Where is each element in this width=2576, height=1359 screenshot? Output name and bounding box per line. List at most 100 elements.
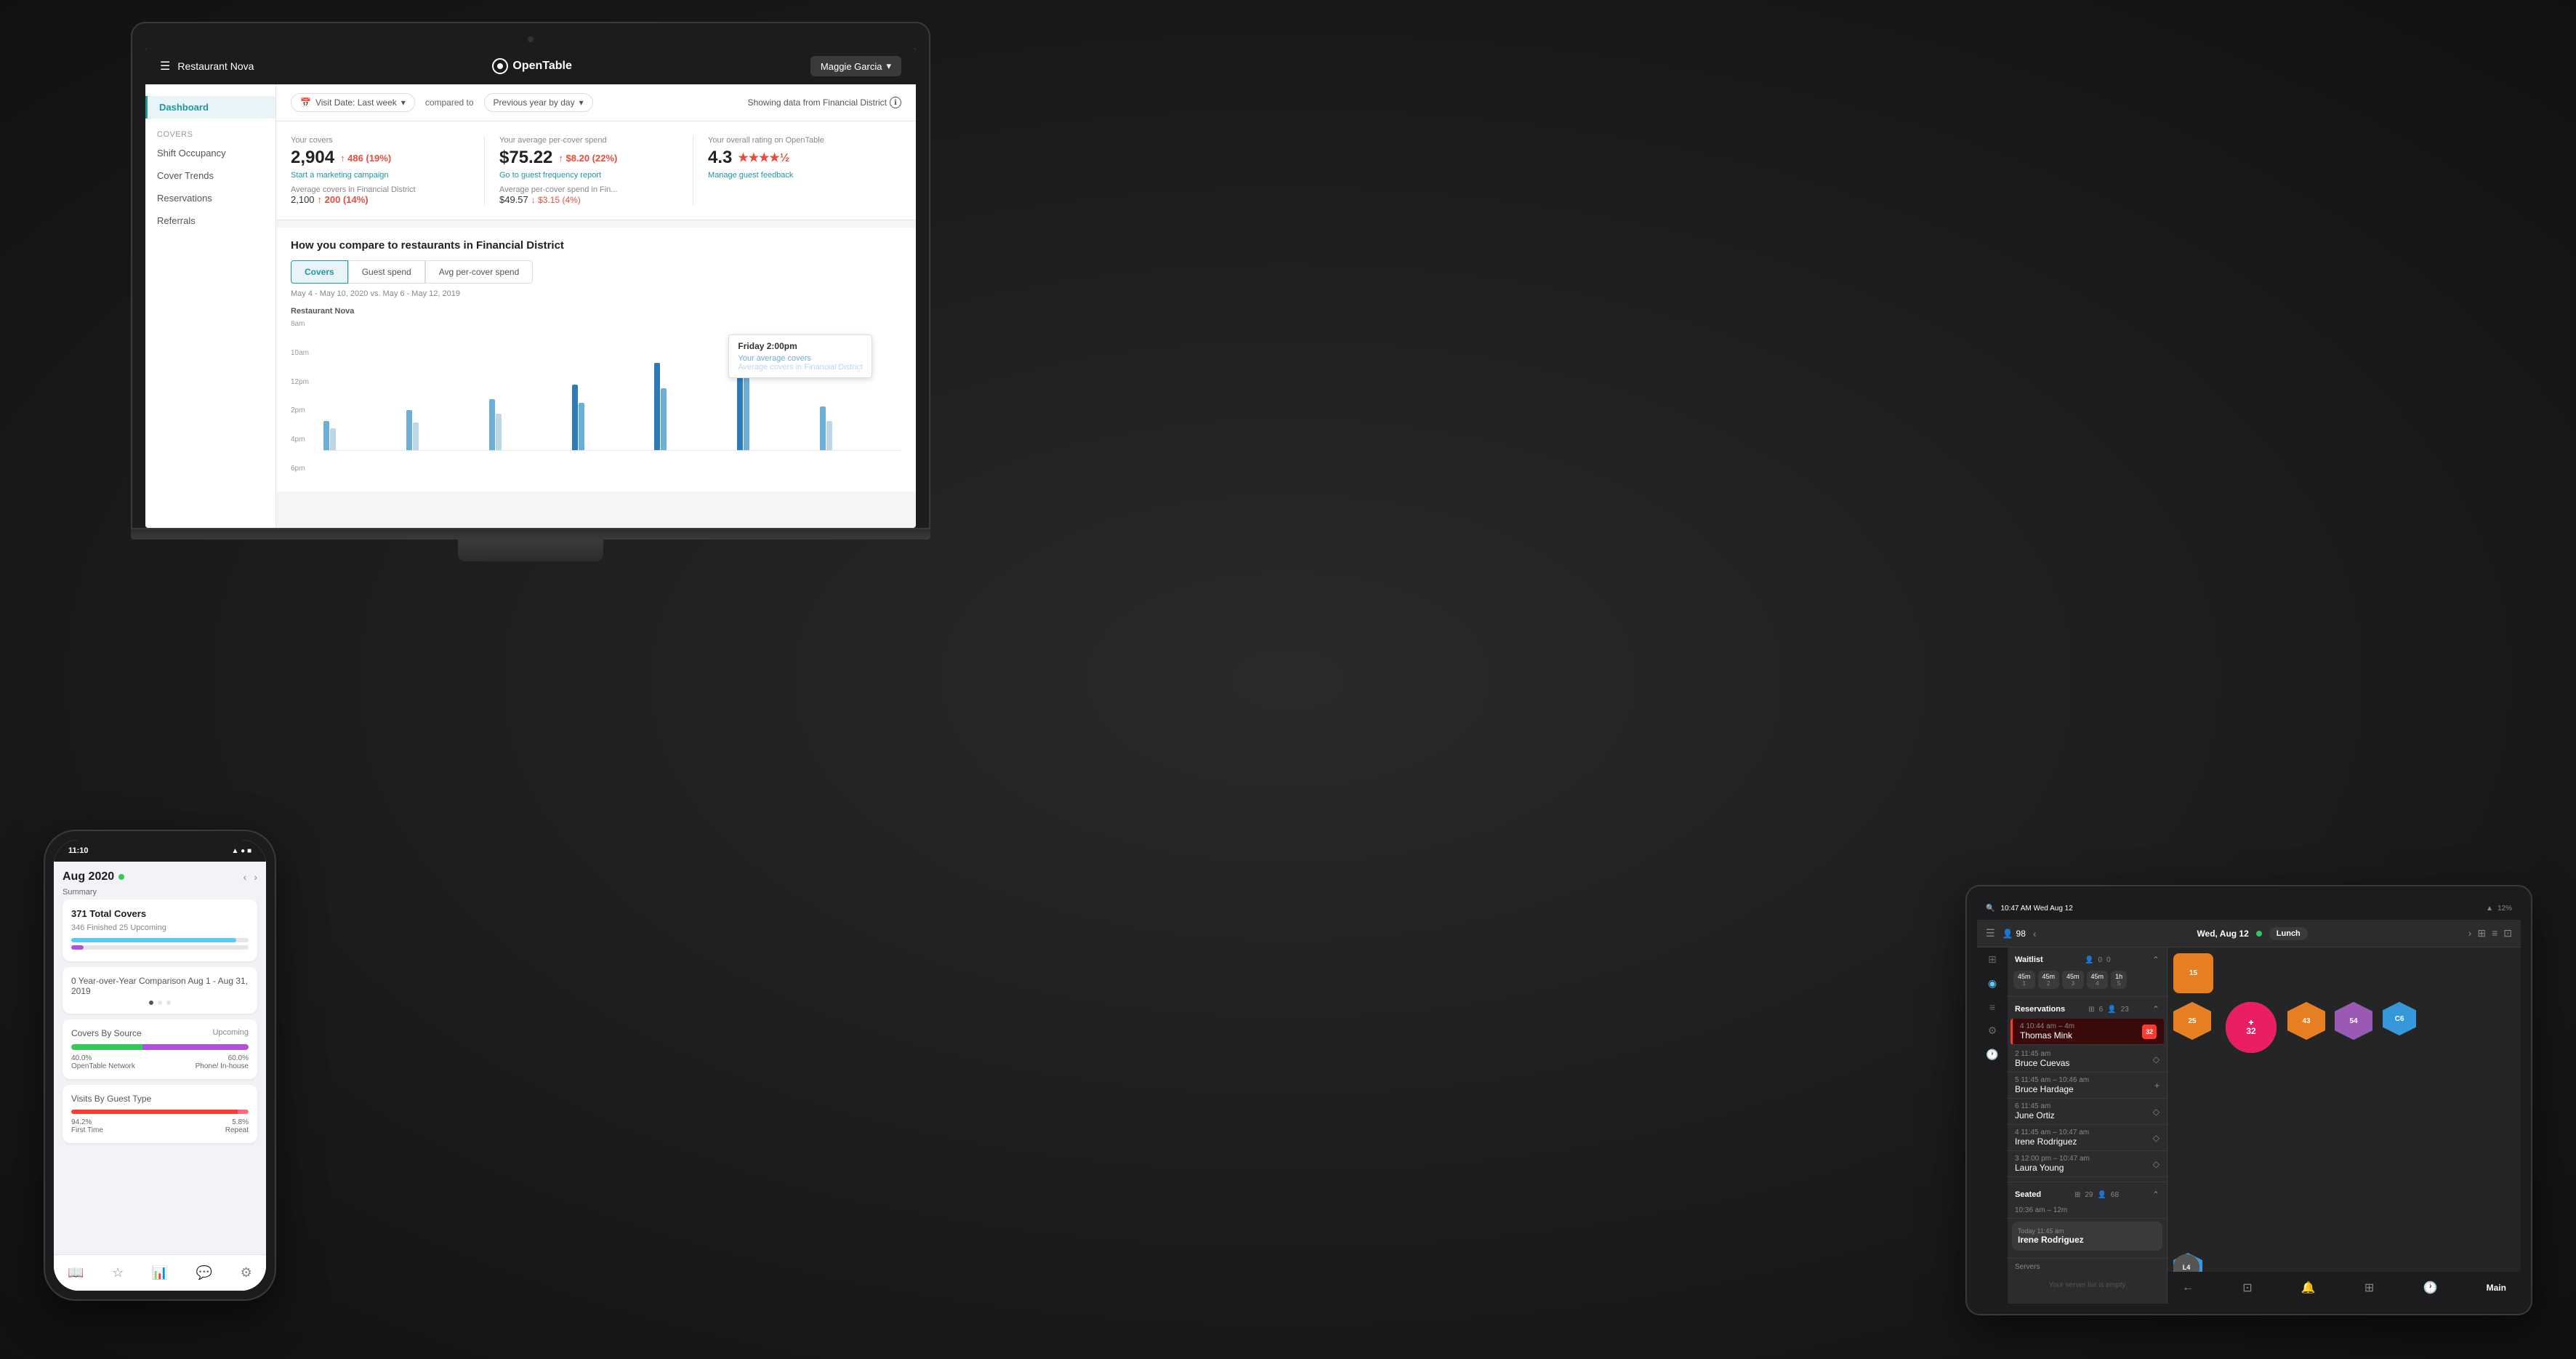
laptop-screen: ☰ Restaurant Nova OpenTable Maggie Garci… [145,48,916,528]
info-icon[interactable]: ℹ [890,97,901,108]
tab-covers[interactable]: Covers [291,260,348,284]
sidebar-item-cover-trends[interactable]: Cover Trends [145,164,275,187]
res-item-irene[interactable]: 4 11:45 am – 10:47 am Irene Rodriguez ◇ [2008,1125,2167,1151]
tab-avg-spend[interactable]: Avg per-cover spend [425,260,534,284]
summary-label: Summary [63,888,257,897]
app-body: Dashboard Covers Shift Occupancy Cover T… [145,84,916,528]
spend-link[interactable]: Go to guest frequency report [499,171,678,180]
table-54[interactable]: 54 [2335,1002,2372,1040]
wait-time-2: 45m 2 [2038,971,2060,989]
bell-icon[interactable]: 🔔 [2301,1280,2316,1295]
tablet: 🔍 10:47 AM Wed Aug 12 ▲ 12% ☰ 👤 98 [1965,885,2532,1315]
phone-tab-book[interactable]: 📖 [68,1265,84,1280]
laptop-base [131,529,930,540]
bar-thu-2 [579,403,584,450]
table-c6[interactable]: C6 [2383,1002,2416,1035]
menu-icon[interactable]: ☰ [1986,927,1995,939]
sidebar-clock-icon[interactable]: 🕐 [1986,1049,1998,1061]
tablet-header: ☰ 👤 98 ‹ Wed, Aug 12 Lunch › [1977,920,2521,947]
res-item-laura[interactable]: 3 12:00 pm – 10:47 am Laura Young ◇ [2008,1151,2167,1177]
servers-section: Servers Your server list is empty [2008,1259,2167,1301]
chart-bar-thu [572,385,653,450]
table-25[interactable]: 25 [2173,1002,2211,1040]
phone-nav-next[interactable]: › [254,871,257,883]
res-item-june[interactable]: 6 11:45 am June Ortiz ◇ [2008,1099,2167,1125]
expand-icon[interactable]: ⊡ [2503,927,2512,939]
date-filter-chevron: ▾ [401,97,406,108]
res-bruce-h-time: 5 11:45 am – 10:46 am [2015,1076,2089,1084]
phone-notch-bar: 11:10 ▲ ● ■ [54,840,266,862]
table-32[interactable]: ✚ 32 [2226,1002,2277,1053]
res-item-bruce-c[interactable]: 2 11:45 am Bruce Cuevas ◇ [2008,1046,2167,1073]
sidebar-list-icon[interactable]: ≡ [1989,1001,1995,1013]
meal-button[interactable]: Lunch [2269,927,2308,940]
sidebar-home-icon[interactable]: ⊞ [1988,953,1997,966]
guest-red-bar [71,1110,238,1114]
restaurant-label: Restaurant Nova [291,307,901,316]
user-menu[interactable]: Maggie Garcia ▾ [810,56,901,76]
status-green-dot [2256,931,2262,937]
res-thomas-left: 4 10:44 am – 4m Thomas Mink [2020,1022,2074,1041]
sidebar-item-shift-occupancy[interactable]: Shift Occupancy [145,142,275,164]
today-highlight[interactable]: Today 11:45 am Irene Rodriguez [2012,1222,2162,1251]
chart-bar-fri [654,363,736,450]
covers-sub: 346 Finished 25 Upcoming [71,923,249,932]
seated-item[interactable]: 10:36 am – 12m [2008,1203,2167,1219]
tablet-wifi-icon: ▲ [2486,905,2493,913]
phone-nav-prev[interactable]: ‹ [243,871,247,883]
res-thomas-badge: 32 [2142,1025,2157,1039]
date-filter-label: Visit Date: Last week [315,97,397,108]
res-bruce-h-name: Bruce Hardage [2015,1084,2089,1094]
grid-icon[interactable]: ⊞ [2477,927,2486,939]
tablet-status-bar: 🔍 10:47 AM Wed Aug 12 ▲ 12% [1977,897,2521,920]
nav-prev-icon[interactable]: ‹ [2033,928,2037,939]
seated-expand-icon[interactable]: ⌃ [2152,1190,2160,1200]
bar-thu-1 [572,385,578,450]
source-title: Covers By Source Upcoming [71,1028,249,1038]
sidebar-item-dashboard[interactable]: Dashboard [145,96,275,119]
list-icon[interactable]: ≡ [2492,927,2497,939]
date-filter-pill[interactable]: 📅 Visit Date: Last week ▾ [291,93,415,112]
guest-labels: 94.2% First Time 5.8% Repeat [71,1118,249,1134]
res-item-thomas[interactable]: 4 10:44 am – 4m Thomas Mink 32 [2011,1019,2164,1045]
res-irene-name: Irene Rodriguez [2015,1136,2089,1147]
sidebar-item-reservations[interactable]: Reservations [145,187,275,209]
waitlist-seat-icon: 👤 [2085,956,2093,964]
phone-tab-gear[interactable]: ⚙ [241,1265,252,1280]
clock-icon[interactable]: 🕐 [2423,1280,2437,1295]
sidebar-item-referrals[interactable]: Referrals [145,209,275,232]
source-card: Covers By Source Upcoming 40.0% OpenTabl… [63,1019,257,1079]
bar-sun-1 [820,406,826,450]
district-info: Showing data from Financial District ℹ [748,97,901,108]
share-icon[interactable]: ⊞ [2364,1280,2374,1295]
seated-header: Seated ⊞ 29 👤 68 ⌃ [2008,1187,2167,1203]
phone-tab-chat[interactable]: 💬 [196,1265,212,1280]
sidebar-plan-icon[interactable]: ◉ [1988,977,1997,990]
phone-tab-chart[interactable]: 📊 [152,1265,168,1280]
nav-next-icon[interactable]: › [2468,927,2472,939]
seated-section: Seated ⊞ 29 👤 68 ⌃ 10:36 am – 1 [2008,1182,2167,1259]
source-purple-bar [142,1044,249,1050]
res-bruce-c-left: 2 11:45 am Bruce Cuevas [2015,1050,2069,1068]
spend-change: ↑ $8.20 (22%) [558,153,617,164]
tab-guest-spend[interactable]: Guest spend [348,260,425,284]
res-expand-icon[interactable]: ⌃ [2152,1004,2160,1014]
rating-link[interactable]: Manage guest feedback [708,171,887,180]
phone-tab-star[interactable]: ☆ [112,1265,124,1280]
sidebar-settings-icon[interactable]: ⚙ [1988,1025,1997,1037]
res-june-info: 6 11:45 am June Ortiz ◇ [2015,1102,2160,1121]
res-laura-name: Laura Young [2015,1163,2090,1173]
source-labels: 40.0% OpenTable Network 60.0% Phone/ In-… [71,1054,249,1070]
home-icon[interactable]: ⊡ [2242,1280,2252,1295]
phone-time: 11:10 [68,846,89,855]
back-icon[interactable]: ← [2182,1281,2194,1294]
hamburger-icon[interactable]: ☰ [160,59,170,73]
table-43[interactable]: 43 [2287,1002,2325,1040]
res-laura-time: 3 12:00 pm – 10:47 am [2015,1155,2090,1163]
res-item-bruce-h[interactable]: 5 11:45 am – 10:46 am Bruce Hardage + [2008,1073,2167,1099]
table-15[interactable]: 15 [2173,953,2213,993]
res-june-left: 6 11:45 am June Ortiz [2015,1102,2055,1121]
covers-link[interactable]: Start a marketing campaign [291,171,470,180]
waitlist-expand-icon[interactable]: ⌃ [2152,955,2160,965]
comparison-pill[interactable]: Previous year by day ▾ [484,93,593,112]
